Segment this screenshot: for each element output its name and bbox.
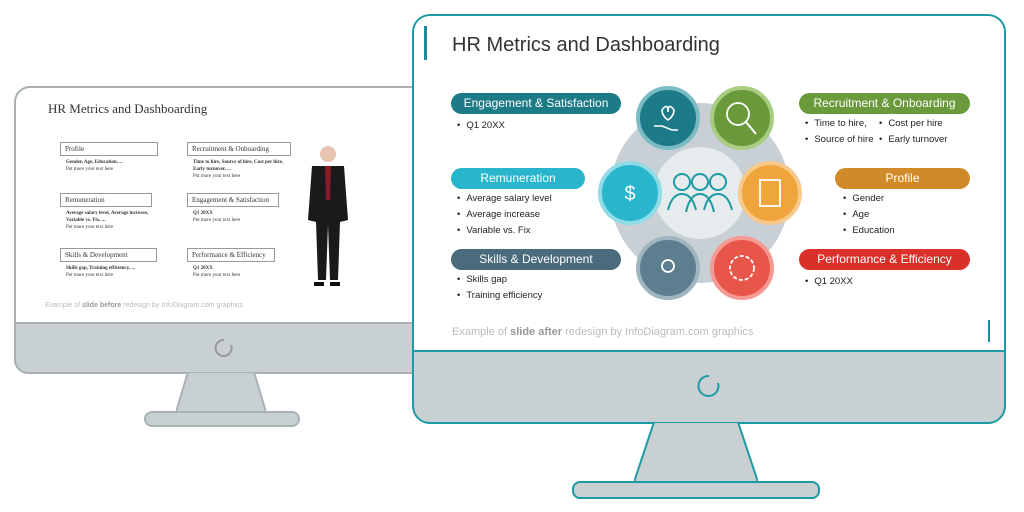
money-bag-icon: $ (598, 161, 662, 225)
before-monitor-bezel (14, 322, 438, 374)
svg-text:$: $ (624, 183, 635, 205)
businessman-photo (308, 146, 348, 286)
heart-hand-icon (636, 86, 700, 150)
after-monitor-bezel (412, 350, 1006, 424)
before-section-skills: Skills & Development Skills gap, Trainin… (60, 248, 157, 279)
search-person-icon (710, 86, 774, 150)
power-icon (214, 338, 233, 357)
after-monitor-base (572, 481, 820, 499)
before-monitor-base (144, 411, 300, 427)
category-engagement: Engagement & Satisfaction Q1 20XX (451, 93, 621, 134)
before-section-performance: Performance & Efficiency Q1 20XX Put mor… (187, 248, 275, 279)
category-performance: Performance & Efficiency Q1 20XX (799, 249, 970, 290)
before-section-profile: Profile Gender, Age, Education, ... Put … (60, 142, 158, 173)
before-section-remuneration: Remuneration Average salary level, Avera… (60, 193, 152, 231)
before-monitor-stand (176, 372, 266, 412)
head-gear-icon (636, 236, 700, 300)
power-icon (697, 374, 720, 397)
hr-circle-diagram: $ (598, 86, 802, 300)
before-footer: Example of slide before redesign by Info… (45, 302, 244, 309)
after-footer: Example of slide after redesign by InfoD… (452, 326, 754, 338)
category-skills: Skills & Development Skills gap Training… (451, 249, 621, 304)
footer-accent-bar (988, 320, 990, 342)
category-remuneration: Remuneration Average salary level Averag… (451, 168, 585, 239)
before-section-recruitment: Recruitment & Onboarding Time to hire, S… (187, 142, 291, 180)
category-recruitment: Recruitment & Onboarding Time to hire, C… (799, 93, 970, 148)
category-profile: Profile Gender Age Education (835, 168, 970, 239)
after-slide-title: HR Metrics and Dashboarding (452, 34, 720, 56)
title-accent-bar (424, 26, 427, 60)
profile-document-icon (738, 161, 802, 225)
gear-person-icon (710, 236, 774, 300)
before-section-engagement: Engagement & Satisfaction Q1 20XX Put mo… (187, 193, 279, 224)
after-monitor-stand (634, 422, 758, 483)
before-slide-title: HR Metrics and Dashboarding (48, 101, 208, 116)
